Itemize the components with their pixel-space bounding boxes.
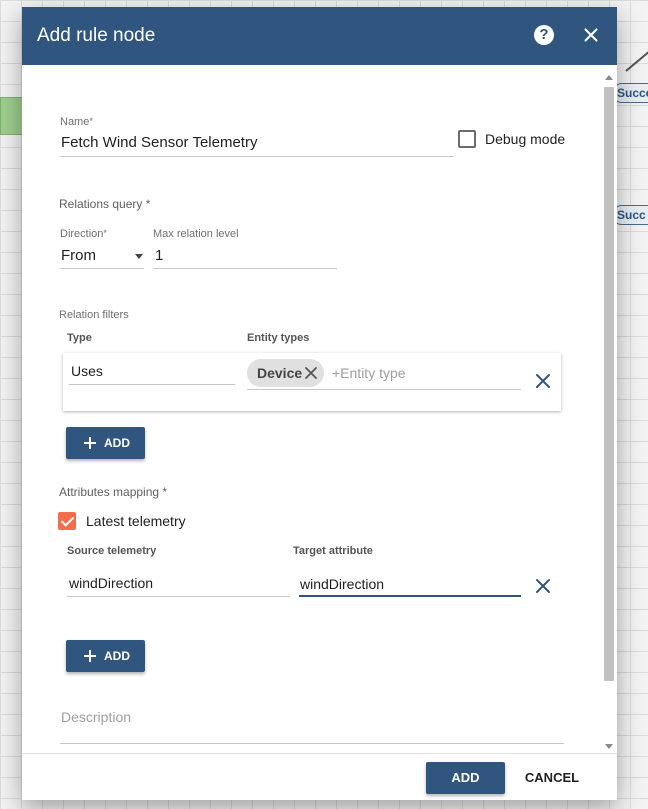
max-relation-level-input[interactable]: 1 — [155, 247, 163, 264]
scroll-up-arrow-icon[interactable] — [605, 75, 613, 80]
rule-node-fragment — [0, 97, 24, 135]
name-input[interactable]: Fetch Wind Sensor Telemetry — [61, 134, 257, 151]
target-attribute-input[interactable]: windDirection — [300, 576, 384, 592]
add-rule-node-dialog: Add rule node ? Name* Fetch Wind Sensor … — [22, 7, 617, 800]
add-button[interactable]: ADD — [426, 762, 505, 794]
dialog-content: Name* Fetch Wind Sensor Telemetry Debug … — [22, 65, 617, 753]
help-icon[interactable]: ? — [534, 25, 554, 45]
direction-select[interactable]: From — [61, 247, 145, 267]
relations-query-label: Relations query * — [59, 197, 151, 211]
entity-type-underline — [247, 389, 521, 390]
dialog-footer: ADD CANCEL — [22, 753, 617, 800]
plus-icon — [84, 437, 96, 449]
add-relation-filter-button[interactable]: ADD — [66, 427, 145, 459]
entity-type-input[interactable]: +Entity type — [332, 365, 406, 381]
close-icon[interactable] — [580, 24, 602, 46]
scrollbar-thumb[interactable] — [604, 87, 614, 681]
chevron-down-icon — [135, 254, 143, 259]
debug-mode-label: Debug mode — [485, 131, 566, 147]
entity-type-chip: Device — [247, 359, 324, 387]
direction-label: Direction* — [60, 228, 107, 240]
cancel-button[interactable]: CANCEL — [519, 762, 585, 794]
scroll-down-arrow-icon[interactable] — [605, 744, 613, 749]
edge-label-success: Succes — [612, 83, 648, 103]
connection-line — [625, 50, 648, 72]
max-relation-level-label: Max relation level — [153, 228, 239, 240]
source-telemetry-underline — [67, 596, 290, 597]
column-header-type: Type — [67, 332, 92, 344]
remove-filter-icon[interactable] — [535, 373, 551, 389]
column-header-entity-types: Entity types — [247, 332, 310, 344]
dialog-header: Add rule node ? — [22, 7, 617, 65]
edge-label-success-2: Succ — [612, 205, 648, 225]
remove-mapping-icon[interactable] — [535, 578, 551, 594]
plus-icon — [84, 650, 96, 662]
column-header-source-telemetry: Source telemetry — [67, 545, 157, 557]
description-input[interactable]: Description — [61, 709, 131, 725]
relation-filter-row: Uses Device +Entity type — [63, 353, 561, 411]
relation-filters-label: Relation filters — [59, 309, 129, 321]
debug-mode-checkbox[interactable] — [458, 130, 476, 148]
relation-type-input[interactable]: Uses — [71, 363, 103, 379]
latest-telemetry-checkbox[interactable] — [58, 512, 76, 530]
attributes-mapping-label: Attributes mapping * — [59, 485, 168, 499]
max-relation-level-underline — [153, 268, 337, 269]
scrollbar[interactable] — [602, 71, 617, 753]
name-underline — [60, 156, 454, 157]
source-telemetry-input[interactable]: windDirection — [69, 575, 153, 591]
add-mapping-button[interactable]: ADD — [66, 640, 145, 672]
name-label: Name* — [60, 116, 93, 128]
description-underline — [60, 743, 564, 744]
column-header-target-attribute: Target attribute — [293, 545, 373, 557]
direction-underline — [60, 268, 144, 269]
chip-remove-icon[interactable] — [304, 366, 318, 380]
dialog-title: Add rule node — [37, 25, 156, 46]
relation-type-underline — [69, 384, 235, 385]
latest-telemetry-label: Latest telemetry — [86, 513, 186, 529]
target-attribute-underline — [299, 595, 521, 597]
